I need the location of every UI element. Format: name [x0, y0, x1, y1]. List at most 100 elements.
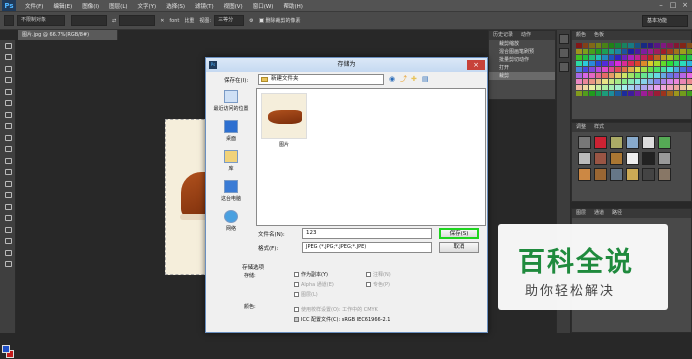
up-folder-icon[interactable]: ⤴ — [400, 75, 408, 83]
alpha-checkbox[interactable]: Alpha 通道(E) — [294, 281, 334, 288]
minimize-icon[interactable]: – — [656, 1, 666, 10]
color-swatch[interactable] — [622, 79, 628, 84]
as-copy-checkbox[interactable]: 作为副本(Y) — [294, 271, 328, 278]
crop-tool-icon[interactable] — [0, 86, 16, 98]
color-swatch[interactable] — [602, 73, 608, 78]
color-swatch[interactable] — [576, 91, 582, 96]
color-swatch[interactable] — [628, 91, 634, 96]
color-swatch[interactable] — [648, 79, 654, 84]
color-swatch[interactable] — [609, 61, 615, 66]
color-swatch[interactable] — [628, 43, 634, 48]
color-swatch[interactable] — [576, 67, 582, 72]
color-swatch[interactable] — [667, 49, 673, 54]
color-swatch[interactable] — [674, 73, 680, 78]
color-swatch[interactable] — [641, 85, 647, 90]
color-swatch[interactable] — [589, 61, 595, 66]
color-swatch[interactable] — [641, 73, 647, 78]
ratio-select[interactable]: 不限制对象 — [17, 15, 65, 26]
color-swatch[interactable] — [596, 91, 602, 96]
color-swatch[interactable] — [583, 79, 589, 84]
color-swatch[interactable] — [602, 43, 608, 48]
color-swatch[interactable] — [674, 61, 680, 66]
color-swatch[interactable] — [596, 61, 602, 66]
color-swatch[interactable] — [628, 79, 634, 84]
style-preset[interactable] — [642, 136, 655, 149]
color-swatch[interactable] — [680, 61, 686, 66]
color-swatch[interactable] — [576, 43, 582, 48]
color-swatch[interactable] — [641, 79, 647, 84]
style-preset[interactable] — [626, 152, 639, 165]
color-swatch[interactable] — [615, 55, 621, 60]
color-swatch[interactable] — [615, 85, 621, 90]
color-swatch[interactable] — [628, 61, 634, 66]
color-swatch[interactable] — [589, 67, 595, 72]
color-swatch[interactable] — [654, 85, 660, 90]
color-swatch[interactable] — [667, 73, 673, 78]
menu-type[interactable]: 文字(Y) — [133, 2, 162, 10]
color-swatch[interactable] — [596, 79, 602, 84]
style-preset[interactable] — [594, 168, 607, 181]
color-swatch[interactable] — [661, 61, 667, 66]
color-swatch[interactable] — [667, 67, 673, 72]
color-swatch[interactable] — [674, 79, 680, 84]
dock-grid-icon[interactable] — [559, 62, 569, 72]
style-preset[interactable] — [578, 168, 591, 181]
color-swatch[interactable] — [687, 67, 692, 72]
file-list[interactable]: 图片 — [256, 88, 486, 226]
color-swatch[interactable] — [628, 73, 634, 78]
document-tab[interactable]: 图片.jpg @ 66.7%(RGB/8#) — [18, 30, 118, 40]
color-swatch[interactable] — [589, 91, 595, 96]
color-swatch[interactable] — [615, 61, 621, 66]
tab-paths[interactable]: 路径 — [608, 209, 626, 218]
color-swatch[interactable] — [602, 85, 608, 90]
color-swatch[interactable] — [680, 49, 686, 54]
color-swatch[interactable] — [648, 49, 654, 54]
color-swatch[interactable] — [635, 85, 641, 90]
color-swatch[interactable] — [667, 79, 673, 84]
healing-tool-icon[interactable] — [0, 109, 16, 121]
color-swatch[interactable] — [622, 91, 628, 96]
dock-color-icon[interactable] — [559, 34, 569, 44]
history-item-selected[interactable]: 裁剪 — [489, 72, 555, 80]
color-swatch[interactable] — [589, 55, 595, 60]
blur-tool-icon[interactable] — [0, 178, 16, 190]
history-item[interactable]: 混合图画笔刷预 — [489, 48, 555, 56]
color-swatch[interactable] — [680, 91, 686, 96]
color-swatch[interactable] — [602, 67, 608, 72]
color-swatch[interactable] — [622, 55, 628, 60]
color-swatch[interactable] — [622, 43, 628, 48]
format-select[interactable]: JPEG (*.JPG;*.JPEG;*.JPE) — [302, 242, 432, 253]
color-swatch[interactable] — [674, 43, 680, 48]
pen-tool-icon[interactable] — [0, 201, 16, 213]
delete-cropped-pixels-checkbox[interactable]: 删除裁剪的像素 — [259, 17, 301, 24]
color-swatch[interactable] — [635, 73, 641, 78]
color-swatch[interactable] — [615, 73, 621, 78]
color-swatch[interactable] — [615, 43, 621, 48]
color-swatch[interactable] — [622, 73, 628, 78]
color-swatch[interactable] — [609, 85, 615, 90]
style-preset[interactable] — [610, 152, 623, 165]
style-preset[interactable] — [642, 152, 655, 165]
tab-history[interactable]: 历史记录 — [489, 31, 517, 40]
color-swatch[interactable] — [641, 91, 647, 96]
width-field[interactable] — [71, 15, 107, 26]
tab-actions[interactable]: 动作 — [517, 31, 535, 40]
color-swatch[interactable] — [667, 85, 673, 90]
color-swatch[interactable] — [674, 67, 680, 72]
color-swatch[interactable] — [687, 49, 692, 54]
color-swatch[interactable] — [615, 79, 621, 84]
color-swatch[interactable] — [583, 73, 589, 78]
color-swatch[interactable] — [615, 67, 621, 72]
color-swatch[interactable] — [589, 49, 595, 54]
close-window-icon[interactable]: × — [680, 1, 690, 10]
color-swatch[interactable] — [680, 85, 686, 90]
file-name-label[interactable]: 图片 — [261, 141, 307, 148]
color-swatch[interactable] — [648, 67, 654, 72]
color-swatch[interactable] — [680, 79, 686, 84]
color-swatch[interactable] — [667, 61, 673, 66]
tab-styles[interactable]: 样式 — [590, 123, 608, 132]
stamp-tool-icon[interactable] — [0, 132, 16, 144]
color-swatch[interactable] — [609, 55, 615, 60]
quick-select-tool-icon[interactable] — [0, 75, 16, 87]
shape-tool-icon[interactable] — [0, 236, 16, 248]
